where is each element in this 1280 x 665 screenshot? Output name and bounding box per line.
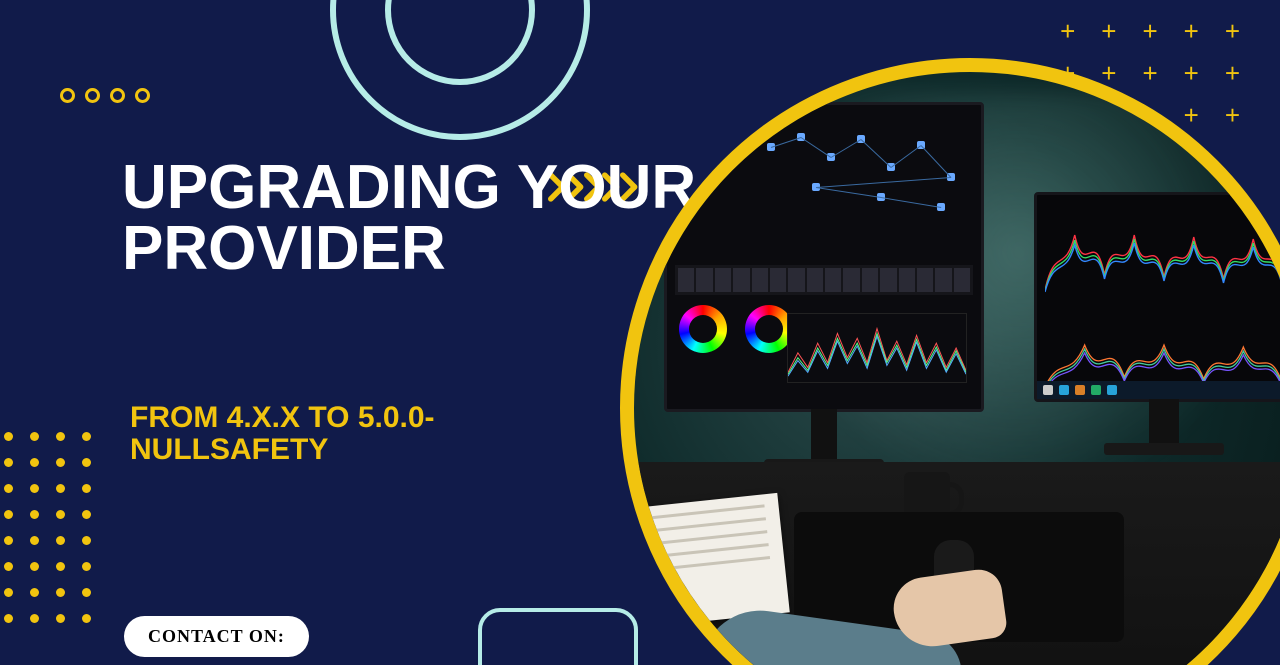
timeline-clip: [862, 268, 878, 292]
dot-icon: [30, 614, 39, 623]
graph-edge: [801, 137, 832, 158]
decor-ring-icon: [135, 88, 150, 103]
dot-icon: [82, 562, 91, 571]
graph-edge: [771, 137, 801, 148]
dot-icon: [82, 458, 91, 467]
dot-icon: [4, 432, 13, 441]
dot-icon: [56, 458, 65, 467]
timeline-clip: [788, 268, 804, 292]
subtitle-text: FROM 4.X.X TO 5.0.0-NULLSAFETY: [130, 402, 450, 465]
banner-canvas: +++++++++++++++ UPGRADING YOUR FLUTTER P…: [0, 0, 1280, 665]
dot-icon: [30, 458, 39, 467]
color-wheels: [679, 305, 793, 353]
plus-icon: +: [1060, 18, 1075, 44]
timeline-clip: [807, 268, 823, 292]
decor-ring-icon: [110, 88, 125, 103]
hero-photo-circle: [620, 58, 1280, 665]
timeline-clip: [678, 268, 694, 292]
dot-icon: [30, 562, 39, 571]
dot-icon: [82, 614, 91, 623]
plus-icon: +: [1142, 18, 1157, 44]
dot-icon: [56, 432, 65, 441]
timeline-clip: [899, 268, 915, 292]
video-timeline: [675, 265, 973, 295]
decor-ring-row: [60, 88, 150, 103]
desk-scene: [634, 72, 1280, 665]
plus-icon: +: [1184, 18, 1199, 44]
dot-icon: [82, 588, 91, 597]
monitor-stand: [811, 409, 837, 459]
graph-edge: [816, 177, 951, 188]
dot-icon: [56, 614, 65, 623]
dot-icon: [30, 432, 39, 441]
taskbar-icon: [1075, 385, 1085, 395]
monitor-base: [1104, 443, 1224, 455]
dot-icon: [30, 588, 39, 597]
node-graph: [757, 123, 971, 253]
waveform-scope: [787, 313, 967, 383]
dot-icon: [4, 588, 13, 597]
timeline-clip: [825, 268, 841, 292]
taskbar-icon: [1107, 385, 1117, 395]
dot-icon: [30, 536, 39, 545]
decor-concentric-inner: [385, 0, 535, 85]
graph-edge: [831, 139, 862, 158]
graph-edge: [881, 197, 941, 208]
timeline-clip: [880, 268, 896, 292]
timeline-clip: [733, 268, 749, 292]
dot-icon: [30, 484, 39, 493]
timeline-clip: [935, 268, 951, 292]
timeline-clip: [696, 268, 712, 292]
rgb-parade-top: [1045, 205, 1280, 295]
dot-icon: [4, 484, 13, 493]
monitor-right: [1034, 192, 1280, 402]
dot-icon: [4, 536, 13, 545]
dot-icon: [82, 536, 91, 545]
graph-edge: [921, 145, 952, 178]
graph-edge: [861, 139, 892, 168]
dot-icon: [82, 484, 91, 493]
dot-icon: [56, 484, 65, 493]
monitor-stand: [1149, 399, 1179, 443]
contact-pill: CONTACT ON:: [124, 616, 309, 657]
taskbar-icon: [1091, 385, 1101, 395]
taskbar-icon: [1059, 385, 1069, 395]
timeline-clip: [954, 268, 970, 292]
dot-icon: [82, 510, 91, 519]
taskbar-icon: [1043, 385, 1053, 395]
graph-edge: [816, 187, 881, 198]
color-wheel-icon: [679, 305, 727, 353]
timeline-clip: [770, 268, 786, 292]
decor-dot-grid: [4, 432, 92, 624]
timeline-clip: [917, 268, 933, 292]
dot-icon: [82, 432, 91, 441]
decor-concentric-circles: [330, 0, 590, 140]
plus-icon: +: [1225, 18, 1240, 44]
dot-icon: [4, 614, 13, 623]
plus-icon: +: [1101, 18, 1116, 44]
dot-icon: [4, 458, 13, 467]
graph-edge: [891, 145, 922, 168]
timeline-clip: [752, 268, 768, 292]
timeline-clip: [843, 268, 859, 292]
decor-mint-rect: [478, 608, 638, 665]
dot-icon: [30, 510, 39, 519]
dot-icon: [56, 562, 65, 571]
dot-icon: [56, 588, 65, 597]
decor-ring-icon: [60, 88, 75, 103]
monitor-left: [664, 102, 984, 412]
dot-icon: [4, 510, 13, 519]
windows-taskbar: [1037, 381, 1280, 399]
dot-icon: [56, 510, 65, 519]
decor-ring-icon: [85, 88, 100, 103]
dot-icon: [56, 536, 65, 545]
color-wheel-icon: [745, 305, 793, 353]
timeline-clip: [715, 268, 731, 292]
dot-icon: [4, 562, 13, 571]
